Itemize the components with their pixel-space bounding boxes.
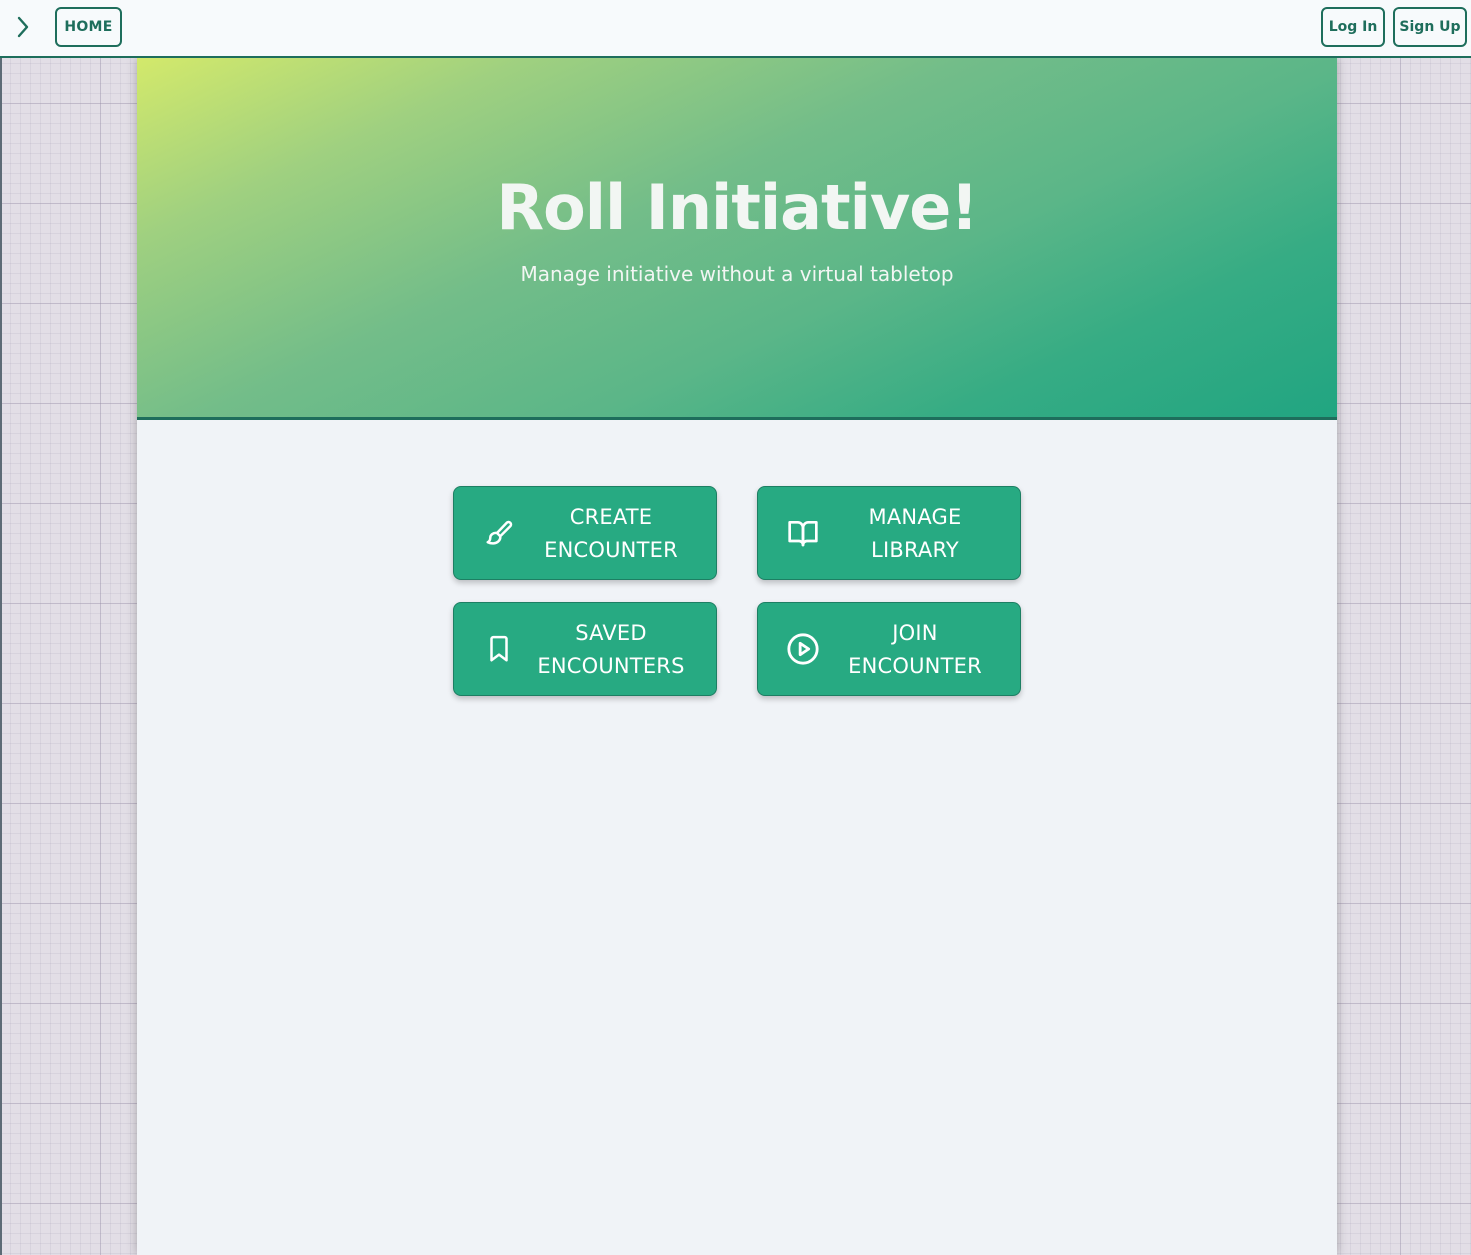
- top-navbar: HOME Log In Sign Up: [0, 0, 1471, 58]
- login-button[interactable]: Log In: [1321, 7, 1385, 47]
- bookmark-icon: [482, 632, 516, 666]
- hero-banner: Roll Initiative! Manage initiative witho…: [137, 58, 1337, 420]
- manage-library-label: MANAGE LIBRARY: [868, 505, 962, 562]
- create-encounter-button[interactable]: CREATE ENCOUNTER: [453, 486, 717, 580]
- signup-button[interactable]: Sign Up: [1393, 7, 1467, 47]
- paintbrush-icon: [482, 516, 516, 550]
- saved-encounters-label: SAVED ENCOUNTERS: [537, 621, 685, 678]
- join-encounter-button[interactable]: JOIN ENCOUNTER: [757, 602, 1021, 696]
- create-encounter-label: CREATE ENCOUNTER: [544, 505, 678, 562]
- hero-subtitle: Manage initiative without a virtual tabl…: [520, 262, 954, 286]
- saved-encounters-button[interactable]: SAVED ENCOUNTERS: [453, 602, 717, 696]
- join-encounter-label: JOIN ENCOUNTER: [848, 621, 982, 678]
- book-icon: [786, 516, 820, 550]
- main-panel: Roll Initiative! Manage initiative witho…: [137, 58, 1337, 1255]
- home-button[interactable]: HOME: [55, 7, 122, 47]
- window-left-edge: [0, 0, 2, 1255]
- play-circle-icon: [786, 632, 820, 666]
- manage-library-button[interactable]: MANAGE LIBRARY: [757, 486, 1021, 580]
- chevron-right-icon: [17, 16, 29, 38]
- hero-title: Roll Initiative!: [496, 171, 978, 244]
- sidebar-toggle[interactable]: [10, 12, 36, 42]
